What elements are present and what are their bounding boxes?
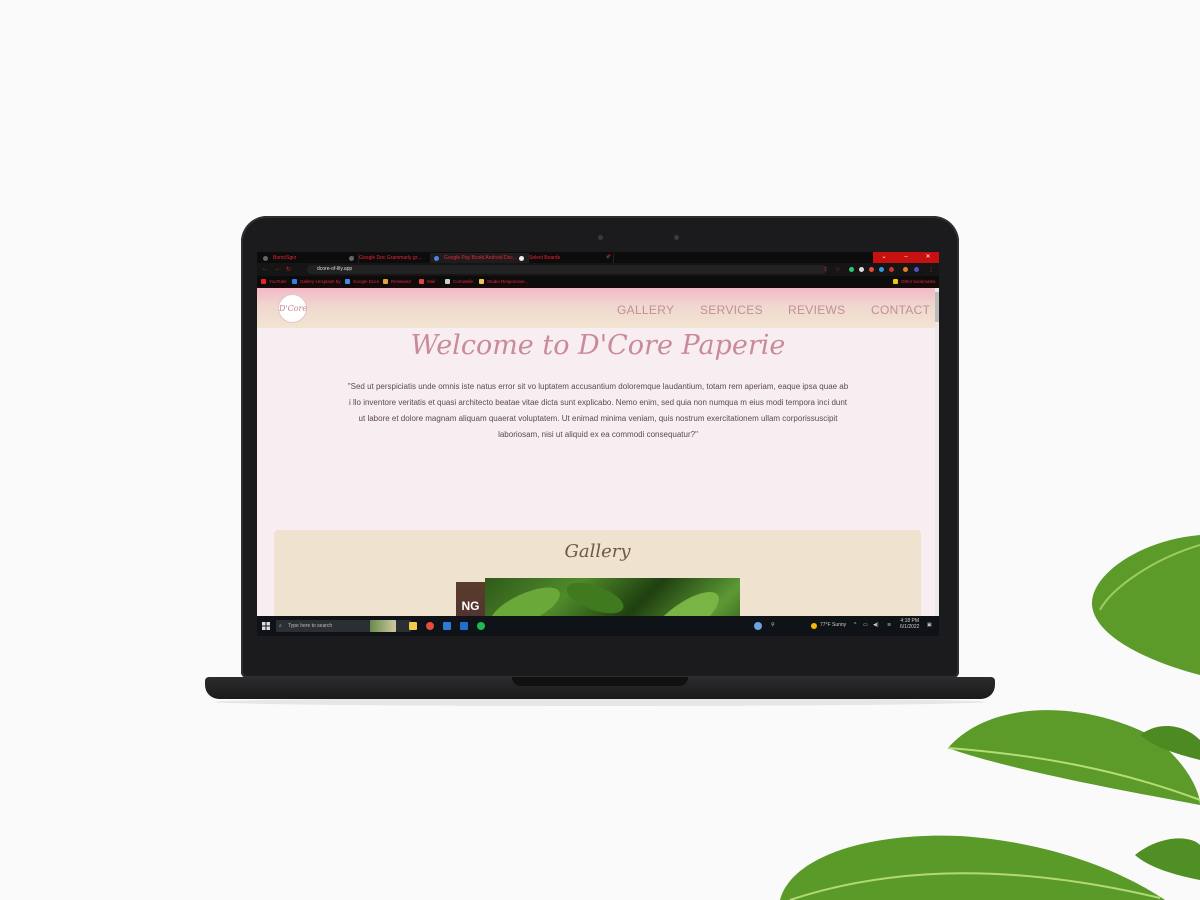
youtube-icon — [261, 279, 266, 284]
laptop-screen: Bonn/Sgrz × Google Doc Grammarly gr... ×… — [257, 252, 939, 636]
bookmark-item[interactable]: YouTube — [261, 277, 287, 286]
tray-chevron-icon[interactable]: ^ — [854, 622, 856, 628]
weather-text[interactable]: 77°F Sunny — [820, 622, 846, 628]
nav-link-services[interactable]: SERVICES — [700, 303, 763, 317]
vscode-icon[interactable] — [443, 622, 451, 630]
network-globe-icon[interactable] — [754, 622, 762, 630]
hero-title: Welcome to D'Core Paperie — [410, 330, 786, 361]
search-highlight-image — [370, 620, 396, 632]
page-scrollbar[interactable] — [935, 288, 939, 616]
gallery-title: Gallery — [564, 541, 631, 562]
bookmark-item[interactable]: Mail — [419, 277, 435, 286]
volume-icon[interactable]: ◀) — [873, 622, 879, 628]
extension-icon[interactable] — [869, 267, 874, 272]
tab-label: Bonn/Sgrz — [273, 255, 297, 261]
close-window-button[interactable]: ✕ — [917, 252, 939, 263]
site-navbar: D'Core GALLERY SERVICES REVIEWS CONTACT — [257, 288, 939, 328]
address-bar[interactable]: dcore-of-lily.app — [307, 265, 827, 274]
photo-leaves-graphic — [490, 582, 719, 616]
tab-search-button[interactable]: ⌄ — [873, 252, 895, 263]
other-bookmarks[interactable]: Other bookmarks — [893, 277, 936, 286]
tab-favicon-icon — [519, 256, 524, 261]
tab-favicon-icon — [349, 256, 354, 261]
laptop-shadow — [215, 698, 985, 706]
bookmarks-bar: YouTube Gallery-Unsplash by Google Docs … — [257, 276, 939, 288]
bookmark-icon — [445, 279, 450, 284]
tab-favicon-icon — [434, 256, 439, 261]
battery-icon[interactable]: ▭ — [863, 622, 868, 628]
profile-avatar[interactable] — [914, 267, 919, 272]
browser-tab[interactable]: Select Boards × — [515, 253, 614, 263]
docs-icon — [345, 279, 350, 284]
star-icon[interactable]: ☆ — [835, 266, 840, 273]
gallery-photo[interactable] — [485, 578, 740, 616]
clock[interactable]: 4:18 PM 6/1/2022 — [900, 618, 919, 630]
mail-icon — [419, 279, 424, 284]
weather-icon — [811, 623, 817, 629]
app-icon[interactable] — [460, 622, 468, 630]
bookmark-item[interactable]: Gallery-Unsplash by — [292, 277, 341, 286]
folder-icon — [893, 279, 898, 284]
share-icon[interactable]: ⇪ — [823, 266, 828, 273]
windows-start-icon[interactable] — [262, 622, 270, 630]
bookmark-icon — [292, 279, 297, 284]
bookmark-icon — [383, 279, 388, 284]
tab-label: Select Boards — [529, 255, 561, 261]
extension-icon[interactable] — [903, 267, 908, 272]
bookmark-item[interactable]: Studio Responsive... — [479, 277, 528, 286]
clock-date: 6/1/2022 — [900, 624, 920, 630]
extension-icon[interactable] — [859, 267, 864, 272]
bookmark-item[interactable]: Cornwalle — [445, 277, 473, 286]
hero-quote: "Sed ut perspiciatis unde omnis iste nat… — [347, 382, 849, 439]
wifi-icon[interactable]: ≋ — [887, 622, 891, 628]
site-logo[interactable]: D'Core — [278, 294, 307, 323]
nav-link-reviews[interactable]: REVIEWS — [788, 303, 845, 317]
bookmark-icon — [479, 279, 484, 284]
thumbnail-text: NG — [461, 599, 480, 613]
forward-icon[interactable]: → — [274, 266, 280, 272]
browser-toolbar: ← → ↻ dcore-of-lily.app ⇪ ☆ ⋮ — [257, 263, 939, 276]
spotify-icon[interactable] — [477, 622, 485, 630]
url-text: dcore-of-lily.app — [317, 266, 353, 272]
menu-icon[interactable]: ⋮ — [928, 266, 934, 273]
sensor-icon — [674, 235, 679, 240]
file-explorer-icon[interactable] — [409, 622, 417, 630]
extension-icon[interactable] — [889, 267, 894, 272]
back-icon[interactable]: ← — [262, 266, 268, 272]
extension-icon[interactable] — [879, 267, 884, 272]
website-viewport: D'Core GALLERY SERVICES REVIEWS CONTACT … — [257, 288, 939, 616]
gallery-section: Gallery NG — [274, 530, 921, 616]
laptop-base — [205, 677, 995, 699]
chrome-icon[interactable] — [426, 622, 434, 630]
tab-label: Google Pay Bookt Android Doc... — [444, 255, 518, 261]
search-icon: ⌕ — [279, 623, 282, 629]
gallery-thumbnail[interactable]: NG — [456, 582, 485, 616]
reload-icon[interactable]: ↻ — [286, 266, 291, 273]
nav-link-contact[interactable]: CONTACT — [871, 303, 930, 317]
laptop-hinge-notch — [512, 677, 688, 686]
scrollbar-thumb[interactable] — [935, 292, 939, 322]
extension-icon[interactable] — [849, 267, 854, 272]
os-taskbar: ⌕ Type here to search ⚲ 77°F Sunny ^ ▭ ◀… — [257, 616, 939, 636]
bookmark-item[interactable]: Reviewed — [383, 277, 411, 286]
tab-favicon-icon — [263, 256, 268, 261]
tray-icon[interactable]: ⚲ — [771, 622, 775, 628]
webcam-icon — [598, 235, 603, 240]
new-tab-icon[interactable]: + — [607, 253, 611, 260]
bookmark-item[interactable]: Google Docs — [345, 277, 379, 286]
notification-icon[interactable]: ▣ — [927, 622, 932, 628]
minimize-button[interactable]: – — [895, 252, 917, 263]
browser-tab-bar: Bonn/Sgrz × Google Doc Grammarly gr... ×… — [257, 252, 939, 263]
browser-tab[interactable]: Bonn/Sgrz × — [259, 253, 359, 263]
tab-label: Google Doc Grammarly gr... — [359, 255, 422, 261]
nav-link-gallery[interactable]: GALLERY — [617, 303, 674, 317]
